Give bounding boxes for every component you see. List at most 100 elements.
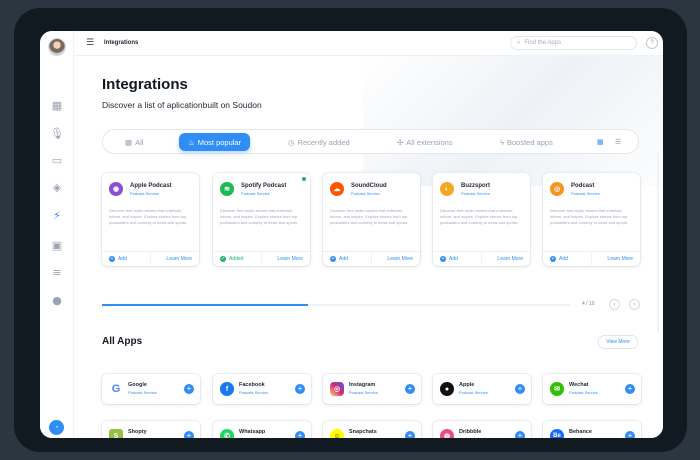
app-name: Facebook bbox=[239, 382, 265, 388]
featured-card[interactable]: ☁ SoundCloud Podcast Service Discover fr… bbox=[323, 173, 420, 267]
tab-recently-added[interactable]: ◷ Recently added bbox=[288, 135, 350, 149]
app-card[interactable]: Be Behance Podcast Service + bbox=[543, 421, 641, 438]
add-button[interactable]: + bbox=[184, 431, 194, 438]
layers-icon[interactable]: ◈ bbox=[50, 180, 64, 194]
tab-boosted-apps[interactable]: ϟ Boosted apps bbox=[500, 135, 553, 149]
add-button[interactable]: + Add bbox=[109, 256, 127, 262]
add-button[interactable]: + bbox=[295, 384, 305, 394]
add-button[interactable]: + bbox=[405, 384, 415, 394]
add-button[interactable]: + bbox=[625, 384, 635, 394]
tab-most-popular[interactable]: ♨ Most popular bbox=[179, 133, 251, 151]
avatar[interactable] bbox=[48, 38, 66, 56]
app-card[interactable]: ✆ Whatsapp Podcast Service + bbox=[213, 421, 311, 438]
menu-collapse-icon[interactable]: ☰ bbox=[86, 38, 94, 48]
card-type: Podcast Service bbox=[571, 191, 600, 196]
chevron-left-icon[interactable]: ‹ bbox=[609, 299, 620, 310]
app-card[interactable]: G Google Podcast Service + bbox=[102, 374, 200, 404]
facebook-icon: f bbox=[220, 382, 234, 396]
inbox-icon[interactable]: ▭ bbox=[50, 153, 64, 167]
app-type: Podcast Service bbox=[349, 390, 378, 395]
app-name: Instagram bbox=[349, 382, 376, 388]
card-title: Spotify Podcast bbox=[241, 183, 287, 189]
app-card[interactable]: ● Apple Podcast Service + bbox=[433, 374, 531, 404]
section-title: All Apps bbox=[102, 336, 143, 347]
card-type: Podcast Service bbox=[130, 191, 159, 196]
divider bbox=[150, 252, 151, 267]
featured-card[interactable]: ≋ Spotify Podcast Podcast Service Discov… bbox=[213, 173, 310, 267]
search-placeholder: Find the Apps bbox=[524, 40, 562, 46]
background-decoration bbox=[363, 56, 663, 186]
card-footer: + Add Learn More bbox=[323, 251, 420, 267]
card-description: Discover free audio stories that enterta… bbox=[440, 208, 519, 225]
app-card[interactable]: ☺ Snapchats Podcast Service + bbox=[323, 421, 421, 438]
learn-more-link[interactable]: Learn More bbox=[497, 256, 523, 262]
lightning-icon[interactable]: ⚡ bbox=[50, 208, 64, 222]
card-description: Discover free audio stories that enterta… bbox=[109, 208, 188, 225]
view-more-button[interactable]: View More bbox=[598, 335, 638, 349]
learn-more-link[interactable]: Learn More bbox=[277, 256, 303, 262]
learn-more-link[interactable]: Learn More bbox=[387, 256, 413, 262]
card-footer: + Add Learn More bbox=[433, 251, 530, 267]
app-name: Behance bbox=[569, 429, 592, 435]
featured-card[interactable]: ◉ Apple Podcast Podcast Service Discover… bbox=[102, 173, 199, 267]
app-card[interactable]: S Shopty Podcast Service + bbox=[102, 421, 200, 438]
add-button[interactable]: + Add bbox=[550, 256, 568, 262]
tab-all[interactable]: ▦ All bbox=[125, 135, 143, 149]
user-icon[interactable]: ● bbox=[50, 293, 64, 307]
chevron-right-icon[interactable]: › bbox=[629, 299, 640, 310]
app-type: Podcast Service bbox=[128, 390, 157, 395]
microphone-icon[interactable]: 🎙 bbox=[50, 126, 64, 140]
added-button[interactable]: ✓ Added bbox=[220, 256, 243, 262]
status-dot bbox=[302, 177, 306, 181]
app-card[interactable]: f Facebook Podcast Service + bbox=[213, 374, 311, 404]
help-icon[interactable]: ◔ bbox=[49, 420, 64, 435]
add-button[interactable]: + bbox=[515, 431, 525, 438]
google-icon: G bbox=[109, 382, 123, 396]
image-icon[interactable]: ▣ bbox=[50, 238, 64, 252]
app-name: Wechat bbox=[569, 382, 589, 388]
scrollbar[interactable] bbox=[657, 153, 659, 333]
grid-view-icon[interactable]: ▦ bbox=[597, 138, 604, 146]
help-button[interactable]: ? bbox=[646, 37, 658, 49]
card-description: Discover free audio stories that enterta… bbox=[220, 208, 299, 225]
featured-card[interactable]: ◎ Podcast Podcast Service Discover free … bbox=[543, 173, 640, 267]
add-button[interactable]: + bbox=[295, 431, 305, 438]
app-type: Podcast Service bbox=[569, 437, 598, 438]
learn-more-link[interactable]: Learn More bbox=[166, 256, 192, 262]
app-type: Podcast Service bbox=[569, 390, 598, 395]
whatsapp-icon: ✆ bbox=[220, 429, 234, 438]
carousel-progress-fill bbox=[102, 304, 308, 306]
app-type: Podcast Service bbox=[349, 437, 378, 438]
fire-icon: ♨ bbox=[188, 137, 195, 147]
tab-all-extensions[interactable]: ✣ All extensions bbox=[397, 135, 453, 149]
card-title: Buzzsport bbox=[461, 183, 490, 189]
app-name: Snapchats bbox=[349, 429, 377, 435]
app-card[interactable]: ✉ Wechat Podcast Service + bbox=[543, 374, 641, 404]
search-input[interactable]: ⌕ Find the Apps bbox=[510, 36, 637, 50]
topbar-title: Integrations bbox=[104, 40, 139, 46]
add-button[interactable]: + bbox=[515, 384, 525, 394]
app-type: Podcast Service bbox=[459, 390, 488, 395]
add-button[interactable]: + bbox=[405, 431, 415, 438]
learn-more-link[interactable]: Learn More bbox=[607, 256, 633, 262]
list-icon[interactable]: ≡ bbox=[50, 265, 64, 279]
card-footer: + Add Learn More bbox=[102, 251, 199, 267]
app-name: Dribbble bbox=[459, 429, 482, 435]
page-subtitle: Discover a list of aplicationbuilt on So… bbox=[102, 100, 262, 110]
add-button[interactable]: + bbox=[184, 384, 194, 394]
buzzsprout-icon: ◐ bbox=[440, 182, 454, 196]
divider bbox=[261, 252, 262, 267]
sidebar: ▦ 🎙 ▭ ◈ ⚡ ▣ ≡ ● ◔ bbox=[40, 31, 74, 438]
card-description: Discover free audio stories that enterta… bbox=[330, 208, 409, 225]
add-button[interactable]: + bbox=[625, 431, 635, 438]
card-title: SoundCloud bbox=[351, 183, 387, 189]
app-name: Apple bbox=[459, 382, 475, 388]
app-card[interactable]: ◍ Dribbble Podcast Service + bbox=[433, 421, 531, 438]
featured-card[interactable]: ◐ Buzzsport Podcast Service Discover fre… bbox=[433, 173, 530, 267]
list-view-icon[interactable]: ☰ bbox=[615, 138, 621, 146]
add-button[interactable]: + Add bbox=[440, 256, 458, 262]
add-button[interactable]: + Add bbox=[330, 256, 348, 262]
app-card[interactable]: ◎ Instagram Podcast Service + bbox=[323, 374, 421, 404]
dashboard-icon[interactable]: ▦ bbox=[50, 98, 64, 112]
topbar: ☰ Integrations ⌕ Find the Apps ? ◍ bbox=[74, 31, 663, 56]
